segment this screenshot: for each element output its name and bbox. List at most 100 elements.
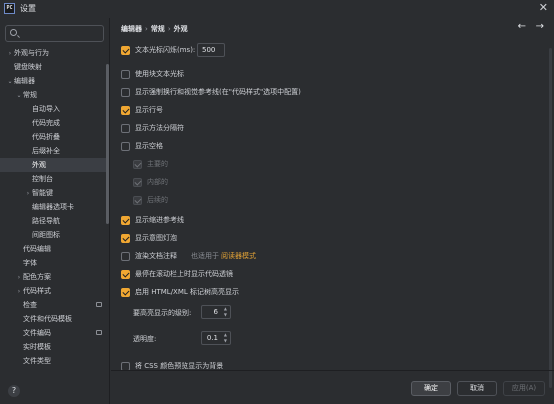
breadcrumb-item: 外观 (173, 25, 188, 33)
tree-item-label: 配色方案 (23, 273, 51, 281)
hard-wraps-checkbox[interactable] (121, 87, 130, 97)
whitespaces-option[interactable]: 显示空格 (121, 140, 163, 152)
tree-item[interactable]: 后缀补全 (0, 144, 108, 158)
line-numbers-option[interactable]: 显示行号 (121, 104, 163, 116)
tree-item[interactable]: ⌄编辑器 (0, 74, 108, 88)
pycharm-app-icon: PC (4, 3, 15, 14)
chevron-right-icon[interactable]: › (15, 271, 23, 285)
leading-label: 主要的 (147, 160, 168, 168)
chevron-right-icon[interactable]: › (24, 187, 32, 201)
breadcrumb: 编辑器 › 常规 › 外观 (121, 24, 188, 34)
method-separators-checkbox[interactable] (121, 123, 130, 133)
render-docs-checkbox[interactable] (121, 251, 130, 261)
ok-button[interactable]: 确定 (411, 381, 451, 396)
reader-mode-link[interactable]: 阅读器模式 (221, 251, 256, 261)
tree-item[interactable]: 文件和代码模板 (0, 312, 108, 326)
tree-item-label: 检查 (23, 301, 37, 309)
levels-spinner[interactable]: 6 ▲ ▼ (201, 305, 231, 319)
tree-item[interactable]: 字体 (0, 256, 108, 270)
hard-wraps-label: 显示强制换行和视觉参考线(在"代码样式"选项中配置) (135, 88, 301, 96)
tree-item-label: 编辑器 (14, 77, 35, 85)
block-caret-label: 使用块文本光标 (135, 70, 184, 78)
tree-item[interactable]: 文件类型 (0, 354, 108, 368)
levels-value: 6 (213, 308, 218, 316)
tree-item-label: 编辑器选项卡 (32, 203, 74, 211)
tree-item-label: 后缀补全 (32, 147, 60, 155)
help-button[interactable]: ? (8, 385, 20, 397)
tree-item[interactable]: 编辑器选项卡 (0, 200, 108, 214)
window-title: 设置 (20, 4, 36, 13)
project-scope-icon (96, 302, 102, 307)
tree-item[interactable]: 控制台 (0, 172, 108, 186)
content-scrollbar[interactable] (549, 48, 552, 388)
title-bar: PC 设置 ✕ (0, 0, 554, 18)
sidebar-scrollbar[interactable] (106, 64, 109, 224)
line-numbers-checkbox[interactable] (121, 105, 130, 115)
search-input[interactable] (22, 28, 102, 40)
caret-blink-checkbox[interactable] (121, 45, 130, 55)
intention-bulb-checkbox[interactable] (121, 233, 130, 243)
block-caret-option[interactable]: 使用块文本光标 (121, 68, 184, 80)
chevron-right-icon: › (167, 25, 171, 33)
html-xml-tags-option[interactable]: 启用 HTML/XML 标记树高亮显示 (121, 286, 239, 298)
tree-item[interactable]: 代码完成 (0, 116, 108, 130)
block-caret-checkbox[interactable] (121, 69, 130, 79)
opacity-spinner[interactable]: 0.1 ▲ ▼ (201, 331, 231, 345)
tree-item-label: 代码样式 (23, 287, 51, 295)
breadcrumb-item[interactable]: 常规 (151, 25, 165, 33)
indent-guides-option[interactable]: 显示缩进参考线 (121, 214, 184, 226)
tree-item-label: 外观与行为 (14, 49, 49, 57)
tree-item[interactable]: 代码编辑 (0, 242, 108, 256)
indent-guides-checkbox[interactable] (121, 215, 130, 225)
settings-content: 编辑器 › 常规 › 外观 ← → 文本光标闪烁(ms): 500 使用块文本光标 显示… (111, 18, 554, 404)
apply-button[interactable]: 应用(A) (503, 381, 545, 396)
caret-blink-option[interactable]: 文本光标闪烁(ms): (121, 44, 195, 56)
breadcrumb-item[interactable]: 编辑器 (121, 25, 142, 33)
spinner-arrows-icon[interactable]: ▲ ▼ (224, 306, 227, 318)
tree-item-label: 文件和代码模板 (23, 315, 72, 323)
chevron-right-icon[interactable]: › (6, 47, 14, 61)
intention-bulb-option[interactable]: 显示意图灯泡 (121, 232, 177, 244)
chevron-right-icon: › (145, 25, 148, 33)
tree-item[interactable]: 键盘映射 (0, 60, 108, 74)
tree-item[interactable]: › 代码样式 (0, 284, 108, 298)
tree-item[interactable]: › 配色方案 (0, 270, 108, 284)
cancel-button[interactable]: 取消 (457, 381, 497, 396)
tree-item[interactable]: 间距图标 (0, 228, 108, 242)
inner-option: 内部的 (133, 176, 168, 188)
tree-item[interactable]: 代码折叠 (0, 130, 108, 144)
tree-item-label: 代码完成 (32, 119, 60, 127)
tree-item[interactable]: 检查 (0, 298, 108, 312)
close-icon[interactable]: ✕ (539, 1, 548, 14)
caret-blink-input[interactable]: 500 (197, 43, 225, 57)
tree-item[interactable]: 文件编码 (0, 326, 108, 340)
scrollbar-marks-option[interactable]: 悬停在滚动栏上时显示代码透镜 (121, 268, 233, 280)
forward-arrow-icon[interactable]: → (536, 21, 544, 32)
method-separators-option[interactable]: 显示方法分隔符 (121, 122, 184, 134)
leading-option: 主要的 (133, 158, 168, 170)
chevron-down-icon[interactable]: ⌄ (6, 75, 14, 89)
trailing-label: 后续的 (147, 196, 168, 204)
tree-item[interactable]: › 智能键 (0, 186, 108, 200)
tree-item-label: 代码编辑 (23, 245, 51, 253)
back-arrow-icon[interactable]: ← (518, 21, 526, 32)
hard-wraps-option[interactable]: 显示强制换行和视觉参考线(在"代码样式"选项中配置) (121, 86, 301, 98)
html-xml-tags-checkbox[interactable] (121, 287, 130, 297)
tree-item-label: 外观 (32, 161, 46, 169)
tree-item[interactable]: › 外观与行为 (0, 46, 108, 60)
whitespaces-checkbox[interactable] (121, 141, 130, 151)
tree-item[interactable]: 路径导航 (0, 214, 108, 228)
tree-item[interactable]: 实时模板 (0, 340, 108, 354)
trailing-checkbox (133, 195, 142, 205)
chevron-down-icon[interactable]: ⌄ (15, 89, 23, 103)
spinner-arrows-icon[interactable]: ▲ ▼ (224, 332, 227, 344)
tree-item[interactable]: 外观 (0, 158, 108, 172)
scrollbar-marks-checkbox[interactable] (121, 269, 130, 279)
render-docs-label: 渲染文档注释 (135, 252, 177, 260)
render-docs-option[interactable]: 渲染文档注释 也适用于 阅读器模式 (121, 250, 256, 262)
chevron-right-icon[interactable]: › (15, 285, 23, 299)
tree-item[interactable]: ⌄常规 (0, 88, 108, 102)
tree-item[interactable]: 自动导入 (0, 102, 108, 116)
tree-item-label: 常规 (23, 91, 37, 99)
search-box[interactable] (5, 25, 104, 42)
